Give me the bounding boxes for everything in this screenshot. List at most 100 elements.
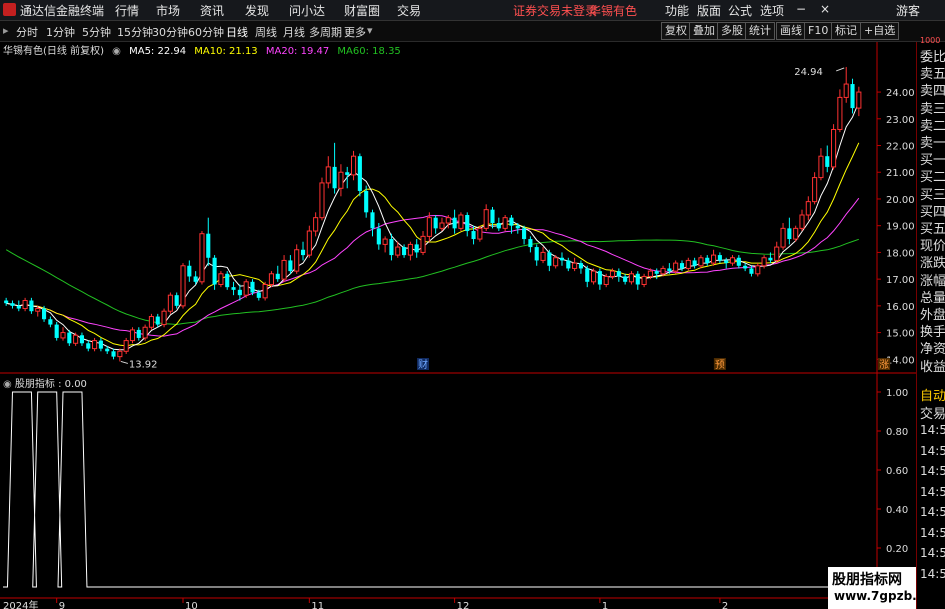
menu-item-functions[interactable]: 功能 bbox=[665, 2, 689, 19]
period-tab-30min[interactable]: 30分钟 bbox=[152, 24, 188, 40]
trade-label[interactable]: 交易 bbox=[920, 403, 945, 422]
statistics-button[interactable]: 统计 bbox=[745, 22, 775, 40]
candle-body-down bbox=[389, 239, 394, 256]
period-tab-daily[interactable]: 日线 bbox=[226, 24, 248, 40]
candle-body-down bbox=[155, 316, 160, 325]
candle-body-up bbox=[647, 270, 653, 277]
price-tick-label: 15.00 bbox=[886, 329, 915, 340]
menu-item-news[interactable]: 资讯 bbox=[200, 2, 224, 19]
menu-item-market[interactable]: 市场 bbox=[156, 2, 180, 19]
candle-body-up bbox=[426, 217, 432, 237]
period-tab-more[interactable]: 更多 bbox=[344, 24, 366, 40]
candle-body-down bbox=[736, 257, 741, 266]
candle-body-down bbox=[402, 247, 407, 256]
overlay-button[interactable]: 叠加 bbox=[689, 22, 719, 40]
menu-item-quotes[interactable]: 行情 bbox=[115, 2, 139, 19]
mark-button[interactable]: 标记 bbox=[831, 22, 861, 40]
candle-body-down bbox=[225, 273, 230, 288]
minimize-icon[interactable]: − bbox=[796, 2, 806, 16]
auto-label[interactable]: 自动 bbox=[920, 385, 945, 404]
candle-body-down bbox=[471, 231, 476, 240]
menu-item-formula[interactable]: 公式 bbox=[728, 2, 752, 19]
price-tick-label: 22.00 bbox=[886, 142, 915, 153]
guest-user[interactable]: 游客 bbox=[896, 2, 920, 19]
candle-body-up bbox=[572, 262, 578, 269]
period-tab-monthly[interactable]: 月线 bbox=[283, 24, 305, 40]
ma10-line bbox=[6, 142, 860, 347]
multi-stock-button[interactable]: 多股 bbox=[717, 22, 747, 40]
event-marker: 涨 bbox=[879, 359, 889, 371]
candle-body-up bbox=[439, 222, 445, 229]
quote-label: 总量 bbox=[920, 290, 945, 306]
candle-body-down bbox=[490, 209, 495, 224]
app-title: 通达信金融终端 bbox=[20, 4, 105, 18]
period-tab-weekly[interactable]: 周线 bbox=[255, 24, 277, 40]
event-marker: 财 bbox=[418, 358, 428, 371]
adjust-button[interactable]: 复权 bbox=[661, 22, 691, 40]
candle-body-down bbox=[357, 156, 362, 191]
quote-label: 现价 bbox=[920, 239, 945, 255]
period-tab-intraday[interactable]: 分时 bbox=[16, 24, 38, 40]
period-tab-15min[interactable]: 15分钟 bbox=[117, 24, 153, 40]
toolbar-arrow-icon[interactable]: ▸ bbox=[3, 24, 9, 37]
candle-body-down bbox=[534, 247, 539, 261]
quote-label: 换手 bbox=[920, 325, 945, 341]
price-tick-label: 19.00 bbox=[886, 222, 915, 233]
price-tick-label: 17.00 bbox=[886, 275, 915, 286]
candle-body-down bbox=[566, 260, 571, 269]
menu-item-wealth[interactable]: 财富圈 bbox=[344, 2, 380, 19]
menu-item-options[interactable]: 选项 bbox=[760, 2, 784, 19]
candle-body-down bbox=[465, 215, 470, 232]
candle-body-up bbox=[483, 209, 489, 229]
add-watchlist-button[interactable]: +自选 bbox=[860, 22, 900, 40]
menu-item-discover[interactable]: 发现 bbox=[245, 2, 269, 19]
ma-info-line: 华锡有色(日线 前复权) ◉ MA5: 22.94 MA10: 21.13 MA… bbox=[0, 42, 406, 57]
login-notice[interactable]: 证券交易未登录 bbox=[513, 2, 597, 19]
candle-body-down bbox=[212, 257, 217, 285]
menu-item-layout[interactable]: 版面 bbox=[697, 2, 721, 19]
quote-label: 买五 bbox=[920, 222, 945, 237]
candle-body-up bbox=[129, 329, 136, 342]
period-tab-1min[interactable]: 1分钟 bbox=[46, 24, 75, 40]
candle-body-down bbox=[288, 260, 293, 272]
candle-body-up bbox=[199, 233, 205, 283]
menu-item-ask[interactable]: 问小达 bbox=[289, 2, 325, 19]
settings-icon[interactable]: ◉ bbox=[112, 46, 121, 57]
candle-body-up bbox=[780, 227, 786, 248]
candle-body-down bbox=[193, 276, 198, 282]
candle-body-up bbox=[774, 246, 780, 261]
price-tick-label: 20.00 bbox=[886, 195, 915, 206]
menu-item-trade[interactable]: 交易 bbox=[397, 2, 421, 19]
event-marker: 预 bbox=[715, 359, 725, 371]
candle-body-up bbox=[313, 217, 319, 232]
quote-label: 买四 bbox=[920, 204, 945, 220]
draw-line-button[interactable]: 画线 bbox=[776, 22, 806, 40]
candle-body-down bbox=[635, 273, 640, 285]
indicator-settings-icon[interactable]: ◉ bbox=[3, 379, 12, 390]
candle-body-up bbox=[262, 283, 268, 299]
candle-body-down bbox=[231, 287, 236, 290]
quote-label: 涨跌 bbox=[920, 256, 945, 272]
candle-body-up bbox=[805, 201, 811, 216]
quote-label: 卖四 bbox=[920, 84, 945, 100]
quote-label: 卖五 bbox=[920, 67, 945, 83]
f10-button[interactable]: F10 bbox=[804, 22, 833, 40]
candle-body-down bbox=[743, 265, 748, 269]
candle-body-down bbox=[667, 268, 672, 272]
period-tab-5min[interactable]: 5分钟 bbox=[82, 24, 111, 40]
candle-body-up bbox=[148, 316, 154, 328]
candle-body-down bbox=[345, 172, 350, 175]
period-tab-60min[interactable]: 60分钟 bbox=[188, 24, 224, 40]
candle-body-up bbox=[325, 166, 331, 184]
candle-body-up bbox=[698, 257, 704, 267]
candle-body-down bbox=[256, 292, 261, 298]
candle-body-up bbox=[306, 230, 312, 256]
quote-label: 收益 bbox=[920, 359, 945, 375]
kline-chart[interactable]: 24.0023.0022.0021.0020.0019.0018.0017.00… bbox=[0, 42, 916, 609]
candle-body-up bbox=[755, 265, 761, 275]
close-icon[interactable]: × bbox=[820, 2, 830, 16]
candle-body-down bbox=[768, 257, 773, 261]
period-tab-multi[interactable]: 多周期 bbox=[309, 24, 342, 40]
more-dropdown-icon[interactable]: ▾ bbox=[367, 24, 373, 37]
candle-body-down bbox=[187, 265, 192, 277]
